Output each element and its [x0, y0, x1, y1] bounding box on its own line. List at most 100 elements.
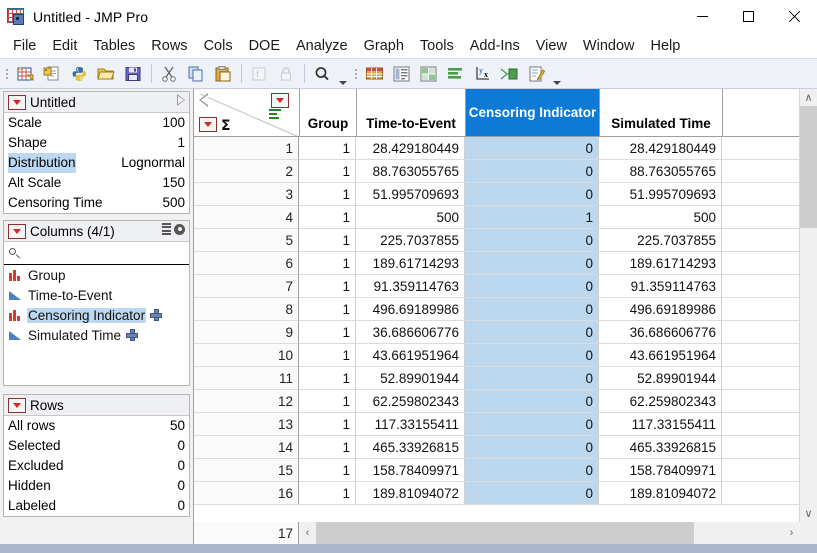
table-row[interactable]: 16 1 189.81094072 0 189.81094072: [194, 482, 799, 505]
menu-rows[interactable]: Rows: [143, 35, 195, 57]
table-property-row[interactable]: Shape 1: [4, 133, 189, 153]
chevron-right-icon[interactable]: ›: [783, 522, 800, 544]
row-number[interactable]: 14: [194, 436, 299, 459]
lock-button[interactable]: [273, 61, 300, 86]
row-number[interactable]: 1: [194, 137, 299, 160]
data-table-button[interactable]: [361, 61, 388, 86]
column-header-simulated-time[interactable]: Simulated Time: [600, 89, 723, 137]
table-row[interactable]: 11 1 52.89901944 0 52.89901944: [194, 367, 799, 390]
formula-button[interactable]: f: [246, 61, 273, 86]
toolbar-grip[interactable]: [3, 63, 10, 85]
script-editor-button[interactable]: [523, 61, 550, 86]
distribution-button[interactable]: [388, 61, 415, 86]
cell-time-to-event[interactable]: 62.259802343: [356, 390, 465, 413]
table-row[interactable]: 5 1 225.7037855 0 225.7037855: [194, 229, 799, 252]
row-states-icon[interactable]: [269, 109, 281, 119]
column-search-row[interactable]: [4, 242, 189, 265]
column-list-icon[interactable]: [162, 223, 171, 235]
cell-censoring-indicator[interactable]: 0: [465, 160, 599, 183]
table-property-row[interactable]: Alt Scale 150: [4, 173, 189, 193]
horizontal-scroll-track[interactable]: [316, 522, 783, 544]
vertical-scroll-track[interactable]: [800, 106, 817, 505]
cell-time-to-event[interactable]: 88.763055765: [356, 160, 465, 183]
cell-simulated-time[interactable]: 28.429180449: [599, 137, 722, 160]
column-item-time-to-event[interactable]: Time-to-Event: [4, 285, 189, 305]
row-number[interactable]: 12: [194, 390, 299, 413]
cell-simulated-time[interactable]: 52.89901944: [599, 367, 722, 390]
cell-time-to-event[interactable]: 158.78409971: [356, 459, 465, 482]
row-number[interactable]: 7: [194, 275, 299, 298]
vertical-scroll-thumb[interactable]: [800, 106, 817, 228]
cell-time-to-event[interactable]: 500: [356, 206, 465, 229]
graph-builder-button[interactable]: [442, 61, 469, 86]
table-row[interactable]: 8 1 496.69189986 0 496.69189986: [194, 298, 799, 321]
menu-graph[interactable]: Graph: [356, 35, 412, 57]
columns-panel-header[interactable]: Columns (4/1): [4, 221, 189, 242]
column-item-censoring-indicator[interactable]: Censoring Indicator: [4, 305, 189, 325]
menu-analyze[interactable]: Analyze: [288, 35, 356, 57]
table-row[interactable]: 10 1 43.661951964 0 43.661951964: [194, 344, 799, 367]
cell-simulated-time[interactable]: 500: [599, 206, 722, 229]
cell-group[interactable]: 1: [299, 482, 356, 505]
cell-time-to-event[interactable]: 28.429180449: [356, 137, 465, 160]
column-header-group[interactable]: Group: [300, 89, 357, 137]
cell-simulated-time[interactable]: 43.661951964: [599, 344, 722, 367]
column-header-time-to-event[interactable]: Time-to-Event: [357, 89, 466, 137]
cell-censoring-indicator[interactable]: 0: [465, 275, 599, 298]
red-triangle-icon[interactable]: [8, 398, 26, 413]
paste-button[interactable]: [210, 61, 237, 86]
close-button[interactable]: [771, 0, 817, 33]
cell-censoring-indicator[interactable]: 0: [465, 183, 599, 206]
menu-edit[interactable]: Edit: [44, 35, 85, 57]
cell-simulated-time[interactable]: 88.763055765: [599, 160, 722, 183]
cell-group[interactable]: 1: [299, 459, 356, 482]
row-number[interactable]: 15: [194, 459, 299, 482]
cell-simulated-time[interactable]: 51.995709693: [599, 183, 722, 206]
cell-group[interactable]: 1: [299, 137, 356, 160]
row-number[interactable]: 10: [194, 344, 299, 367]
table-property-row-distribution[interactable]: Distribution Lognormal: [4, 153, 189, 173]
cell-censoring-indicator[interactable]: 0: [465, 252, 599, 275]
column-item-group[interactable]: Group: [4, 265, 189, 285]
cell-group[interactable]: 1: [299, 229, 356, 252]
table-row[interactable]: 6 1 189.61714293 0 189.61714293: [194, 252, 799, 275]
grid-corner-cell[interactable]: Σ: [194, 89, 300, 137]
cell-censoring-indicator[interactable]: 0: [465, 137, 599, 160]
cell-time-to-event[interactable]: 52.89901944: [356, 367, 465, 390]
cell-censoring-indicator[interactable]: 0: [465, 436, 599, 459]
toolbar-grip[interactable]: [352, 63, 359, 85]
cell-simulated-time[interactable]: 189.81094072: [599, 482, 722, 505]
cell-group[interactable]: 1: [299, 160, 356, 183]
table-row[interactable]: 12 1 62.259802343 0 62.259802343: [194, 390, 799, 413]
chevron-up-icon[interactable]: ∧: [800, 89, 817, 106]
copy-button[interactable]: [183, 61, 210, 86]
new-script-button[interactable]: [39, 61, 66, 86]
row-number[interactable]: 5: [194, 229, 299, 252]
cell-group[interactable]: 1: [299, 183, 356, 206]
tabulate-button[interactable]: [496, 61, 523, 86]
row-number[interactable]: 3: [194, 183, 299, 206]
table-row[interactable]: 15 1 158.78409971 0 158.78409971: [194, 459, 799, 482]
cell-censoring-indicator[interactable]: 0: [465, 298, 599, 321]
cell-time-to-event[interactable]: 91.359114763: [356, 275, 465, 298]
rows-stat-hidden[interactable]: Hidden 0: [4, 476, 189, 496]
column-item-simulated-time[interactable]: Simulated Time: [4, 325, 189, 345]
cell-simulated-time[interactable]: 189.61714293: [599, 252, 722, 275]
cell-time-to-event[interactable]: 117.33155411: [356, 413, 465, 436]
chevron-down-icon[interactable]: ∨: [800, 505, 817, 522]
open-file-button[interactable]: [93, 61, 120, 86]
row-number[interactable]: 4: [194, 206, 299, 229]
cell-group[interactable]: 1: [299, 344, 356, 367]
cell-time-to-event[interactable]: 225.7037855: [356, 229, 465, 252]
red-triangle-icon[interactable]: [8, 95, 26, 110]
rows-stat-labeled[interactable]: Labeled 0: [4, 496, 189, 516]
formula-plus-icon[interactable]: [150, 309, 162, 321]
menu-doe[interactable]: DOE: [241, 35, 288, 57]
toolbar-overflow-icon-2[interactable]: [550, 60, 563, 88]
menu-file[interactable]: File: [5, 35, 44, 57]
horizontal-scroll-thumb[interactable]: [316, 522, 694, 544]
table-row[interactable]: 14 1 465.33926815 0 465.33926815: [194, 436, 799, 459]
cell-group[interactable]: 1: [299, 390, 356, 413]
row-number[interactable]: 11: [194, 367, 299, 390]
cell-simulated-time[interactable]: 496.69189986: [599, 298, 722, 321]
